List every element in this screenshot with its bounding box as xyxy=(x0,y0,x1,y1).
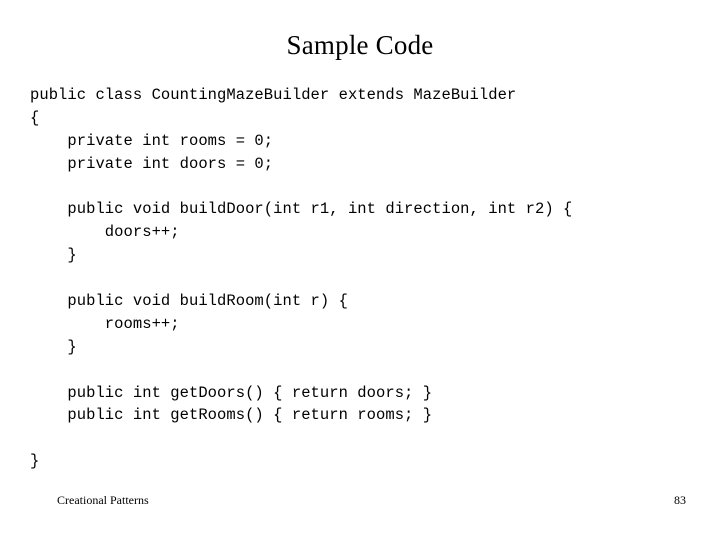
code-line: public void buildRoom(int r) { xyxy=(30,292,348,311)
code-line: public int getDoors() { return doors; } xyxy=(30,383,433,402)
code-line: private int rooms = 0; xyxy=(30,131,274,150)
footer-page-number: 83 xyxy=(674,493,686,507)
code-line: doors++; xyxy=(30,223,180,242)
code-line: { xyxy=(30,108,40,127)
code-line: rooms++; xyxy=(30,314,180,333)
code-line: public void buildDoor(int r1, int direct… xyxy=(30,200,573,219)
code-line: public class CountingMazeBuilder extends… xyxy=(30,86,517,104)
code-line: public int getRooms() { return rooms; } xyxy=(30,406,433,425)
page-title: Sample Code xyxy=(286,30,434,60)
code-line: private int doors = 0; xyxy=(30,154,274,173)
slide-footer: Creational Patterns 83 xyxy=(0,492,720,512)
code-line: } xyxy=(30,452,40,471)
footer-section-label: Creational Patterns xyxy=(57,493,149,507)
code-line: } xyxy=(30,246,77,265)
slide: Sample Code public class CountingMazeBui… xyxy=(0,0,720,540)
code-block: public class CountingMazeBuilder extends… xyxy=(30,84,690,473)
code-line: } xyxy=(30,337,77,356)
